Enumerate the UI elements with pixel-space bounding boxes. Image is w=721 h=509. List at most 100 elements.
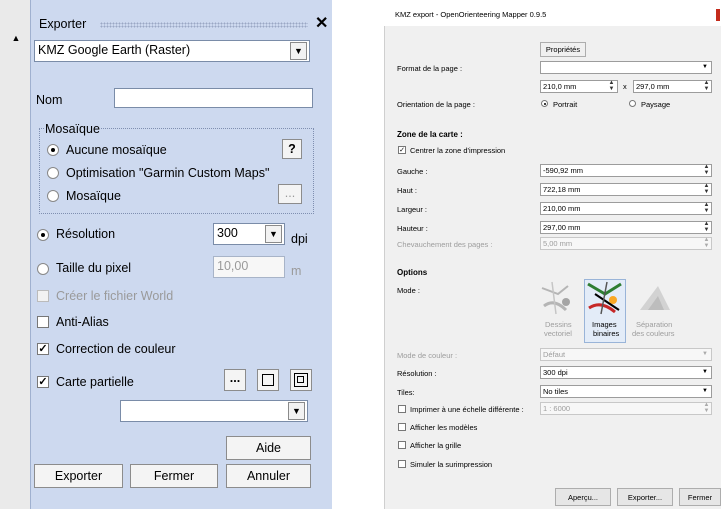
spinner-icon[interactable]: ▲ ▼ [702, 237, 711, 249]
resolution-label-right: Résolution : [397, 369, 437, 378]
options-header: Options [397, 268, 428, 277]
overprint-checkbox[interactable] [398, 460, 406, 468]
raster-mode-icon [587, 281, 622, 315]
export-button-right[interactable]: Exporter... [617, 488, 673, 506]
export-button[interactable]: Exporter [34, 464, 123, 488]
resolution-label: Résolution [56, 227, 116, 241]
separation-mode-icon [640, 286, 670, 310]
portrait-radio[interactable] [541, 100, 548, 107]
window-title: KMZ export - OpenOrienteering Mapper 0.9… [395, 10, 547, 19]
overlap-input[interactable]: 5,00 mm [540, 237, 712, 250]
color-correction-checkbox[interactable]: ✓ [37, 343, 49, 355]
dpi-unit: dpi [291, 232, 308, 246]
overprint-label: Simuler la surimpression [410, 460, 493, 469]
collapse-arrow-icon[interactable]: ▲ [10, 33, 22, 43]
scale-input[interactable]: 1 : 6000 [540, 402, 712, 415]
pixel-size-radio[interactable] [37, 263, 49, 275]
color-correction-label: Correction de couleur [56, 342, 176, 356]
chevron-down-icon[interactable]: ▼ [288, 402, 305, 420]
orientation-label: Orientation de la page : [397, 100, 475, 109]
grid-checkbox[interactable] [398, 441, 406, 449]
chevron-down-icon[interactable]: ▼ [290, 42, 307, 60]
mode-separation-button[interactable]: Séparation des couleurs [630, 280, 680, 342]
chevron-down-icon[interactable]: ▼ [700, 367, 710, 378]
mosaic-group-label: Mosaïque [44, 122, 101, 136]
center-area-label: Centrer la zone d'impression [410, 146, 506, 155]
tiles-select[interactable]: No tiles [540, 385, 712, 398]
chevron-down-icon[interactable]: ▼ [700, 62, 710, 73]
spinner-icon[interactable]: ▲ ▼ [702, 202, 711, 214]
nom-input[interactable] [114, 88, 313, 108]
pixel-unit: m [291, 264, 302, 278]
title-grip[interactable] [100, 22, 308, 28]
spinner-icon[interactable]: ▲ ▼ [607, 80, 616, 92]
page-height-input[interactable]: 297,0 mm [633, 80, 712, 93]
partial-map-browse-button[interactable]: ... [224, 369, 246, 391]
mosaic-settings-button[interactable]: ... [278, 184, 302, 204]
help-aide-button[interactable]: Aide [226, 436, 311, 460]
resolution-select[interactable]: 300 ▼ [213, 223, 285, 245]
templates-label: Afficher les modèles [410, 423, 478, 432]
partial-map-label: Carte partielle [56, 375, 134, 389]
spinner-icon[interactable]: ▲ ▼ [702, 221, 711, 233]
portrait-label: Portrait [553, 100, 578, 109]
chevron-down-icon[interactable]: ▼ [700, 349, 710, 360]
mode-raster-button[interactable]: Images binaires [584, 279, 626, 343]
pixel-size-label: Taille du pixel [56, 261, 132, 275]
grid-label: Afficher la grille [410, 441, 462, 450]
top-input[interactable]: 722,18 mm [540, 183, 712, 196]
kmz-export-window [384, 0, 721, 509]
spinner-icon[interactable]: ▲ ▼ [702, 183, 711, 195]
preview-button[interactable]: Aperçu... [555, 488, 611, 506]
mode-vector-button[interactable]: Dessins vectoriel [538, 280, 580, 342]
left-toolbar-strip [0, 0, 30, 509]
world-file-checkbox[interactable] [37, 290, 49, 302]
map-area-header: Zone de la carte : [397, 130, 463, 139]
partial-map-checkbox[interactable]: ✓ [37, 376, 49, 388]
chevron-down-icon[interactable]: ▼ [265, 225, 282, 243]
page-format-select[interactable] [540, 61, 712, 74]
mosaic-none-label: Aucune mosaïque [66, 143, 167, 157]
tiles-label: Tiles: [397, 388, 415, 397]
spinner-icon[interactable]: ▲ ▼ [702, 80, 711, 92]
width-label: Largeur : [397, 205, 428, 214]
times-label: x [623, 82, 627, 91]
resolution-select-right[interactable]: 300 dpi [540, 366, 712, 379]
mosaic-garmin-radio[interactable] [47, 167, 59, 179]
center-area-checkbox[interactable]: ✓ [398, 146, 406, 154]
landscape-radio[interactable] [629, 100, 636, 107]
world-file-label: Créer le fichier World [56, 289, 174, 303]
select-frame-button[interactable] [290, 369, 312, 391]
nom-label: Nom [36, 93, 63, 107]
mosaic-radio[interactable] [47, 190, 59, 202]
vector-mode-icon [541, 281, 570, 315]
close-button-right[interactable]: Fermer [679, 488, 721, 506]
mosaic-label: Mosaïque [66, 189, 121, 203]
scale-checkbox[interactable] [398, 405, 406, 413]
left-input[interactable]: -590,92 mm [540, 164, 712, 177]
scale-label: Imprimer à une échelle différente : [410, 405, 524, 414]
templates-checkbox[interactable] [398, 423, 406, 431]
spinner-icon[interactable]: ▲ ▼ [702, 164, 711, 176]
properties-button[interactable]: Propriétés [540, 42, 586, 57]
antialias-checkbox[interactable] [37, 316, 49, 328]
chevron-down-icon[interactable]: ▼ [700, 386, 710, 397]
cancel-button[interactable]: Annuler [226, 464, 311, 488]
help-button[interactable]: ? [282, 139, 302, 159]
select-area-button[interactable] [257, 369, 279, 391]
partial-map-select[interactable]: ▼ [120, 400, 308, 422]
format-select[interactable]: KMZ Google Earth (Raster) ▼ [34, 40, 310, 62]
width-input[interactable]: 210,00 mm [540, 202, 712, 215]
mosaic-none-radio[interactable] [47, 144, 59, 156]
exporter-panel [30, 0, 332, 509]
close-icon[interactable] [716, 9, 720, 21]
frame-icon [294, 373, 308, 387]
color-mode-select[interactable]: Défaut [540, 348, 712, 361]
height-input[interactable]: 297,00 mm [540, 221, 712, 234]
resolution-radio[interactable] [37, 229, 49, 241]
pixel-size-input[interactable]: 10,00 [213, 256, 285, 278]
spinner-icon[interactable]: ▲ ▼ [702, 402, 711, 414]
close-button[interactable]: Fermer [130, 464, 218, 488]
antialias-label: Anti-Alias [56, 315, 109, 329]
close-icon[interactable]: ✕ [315, 13, 328, 33]
